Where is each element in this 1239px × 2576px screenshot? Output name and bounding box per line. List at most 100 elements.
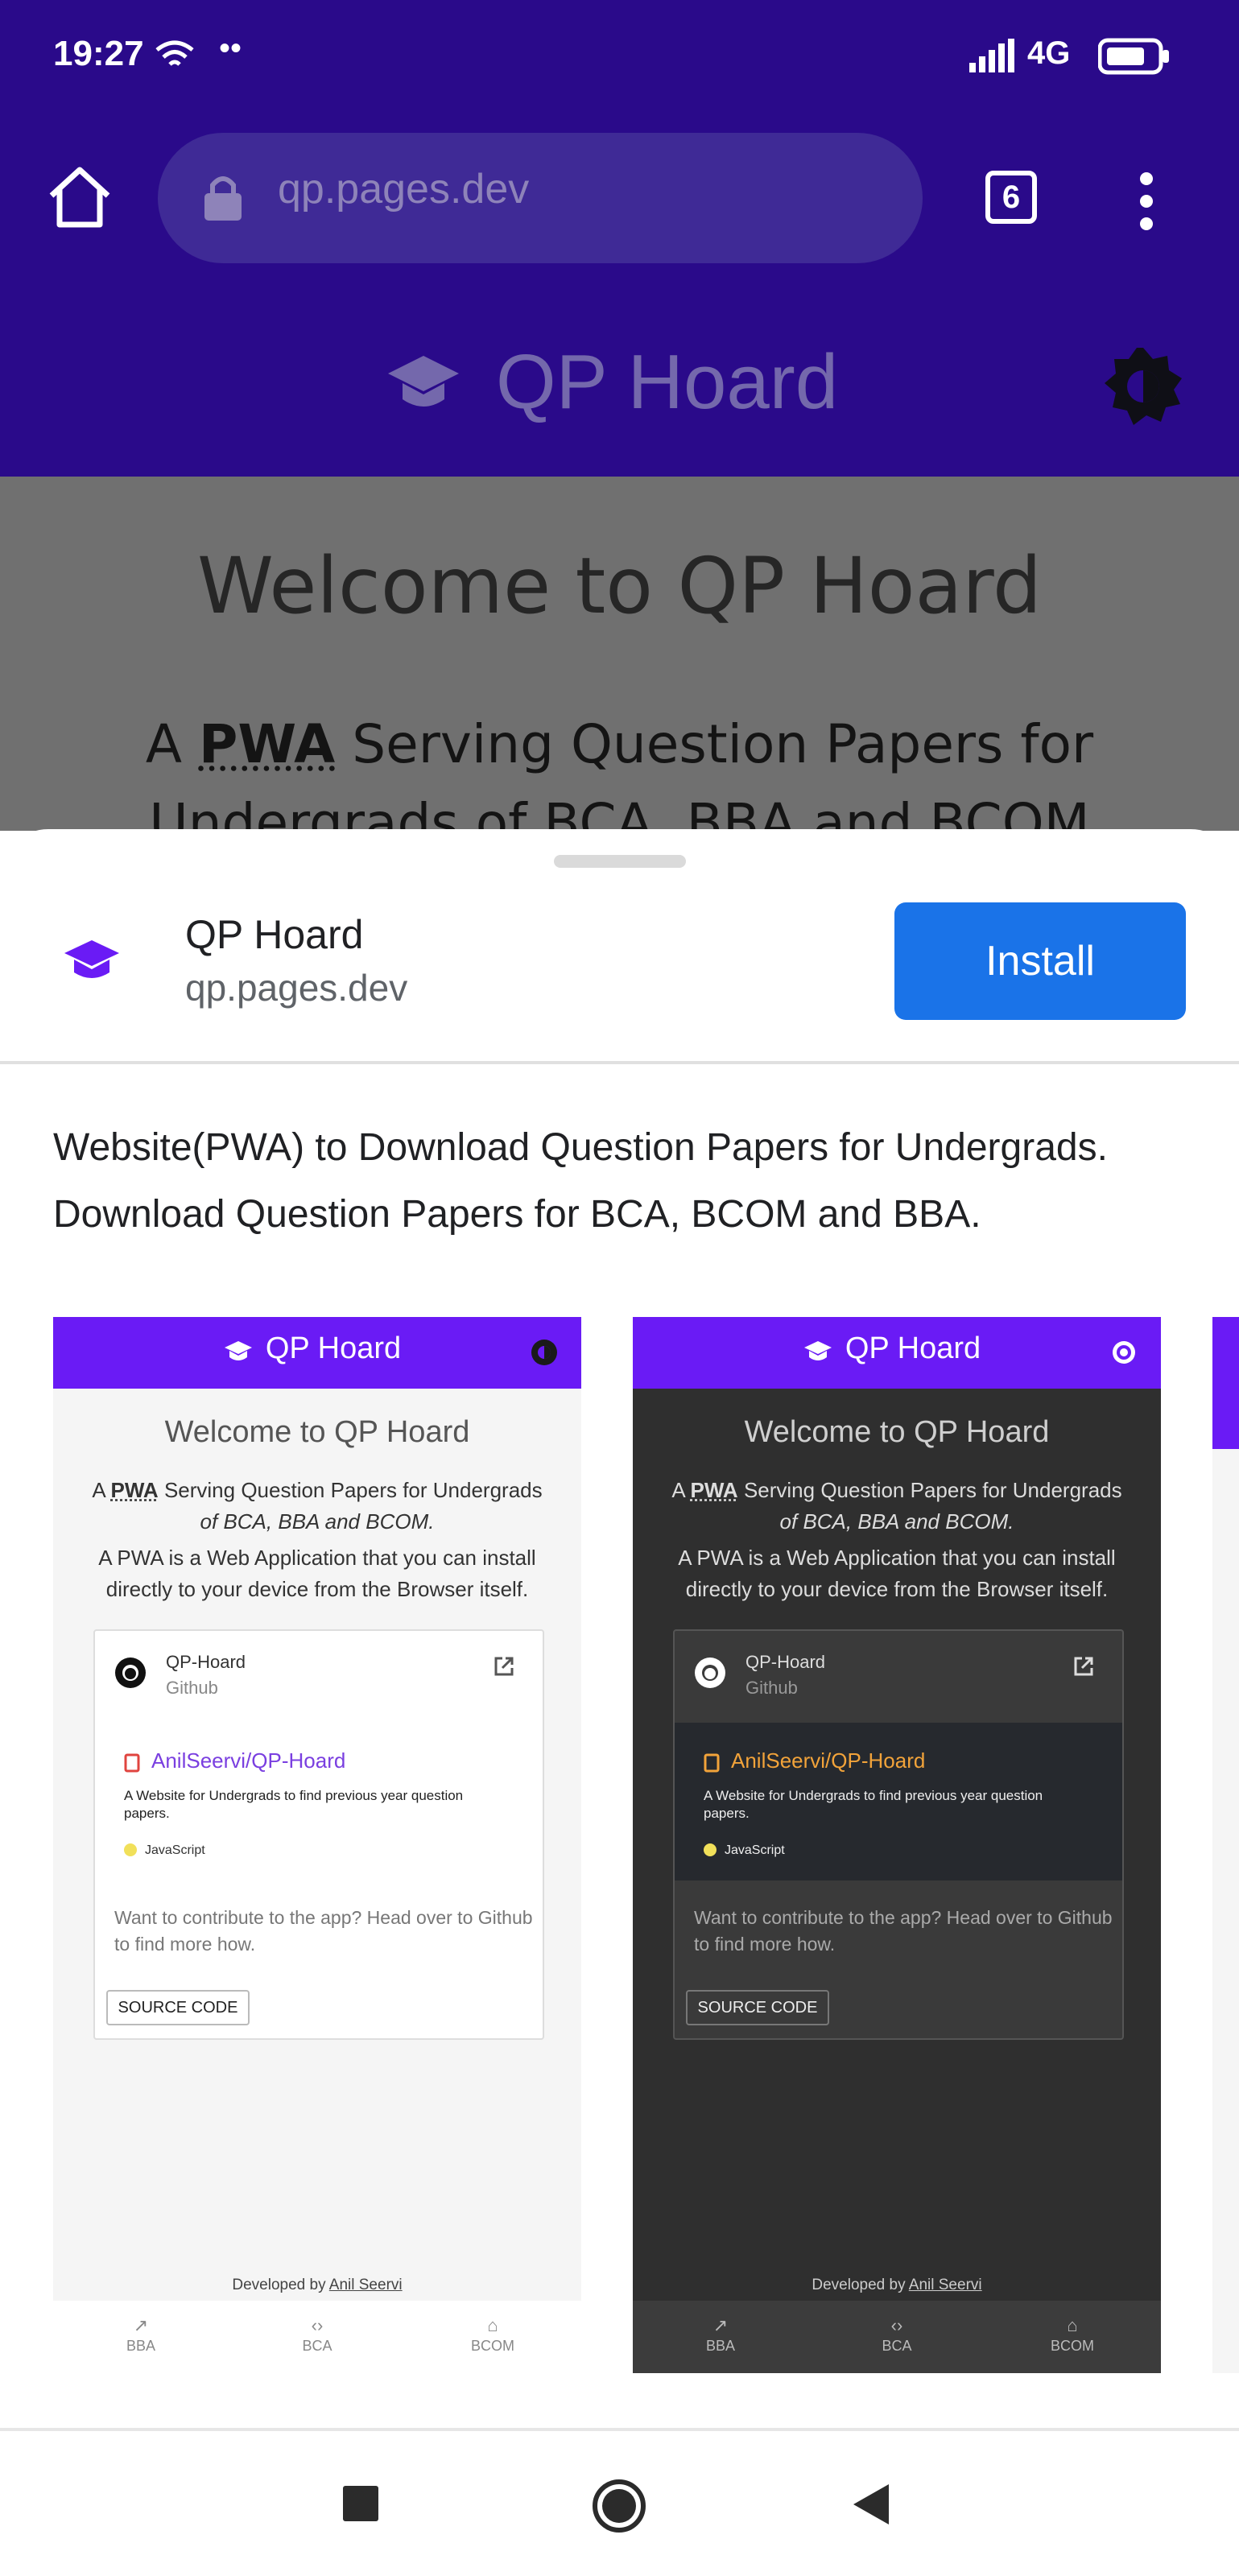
nav-label-bcom: BCOM [1051, 2338, 1094, 2354]
bank-icon: ⌂ [1067, 2315, 1078, 2335]
card-name: QP-Hoard [166, 1652, 246, 1672]
nav-label-bca: BCA [882, 2338, 912, 2354]
tab-count: 6 [1002, 180, 1021, 215]
battery-icon [1098, 38, 1169, 75]
shot-pwa: PWA [110, 1478, 159, 1502]
status-time: 19:27 [53, 34, 144, 73]
tabs-icon[interactable]: 6 [985, 171, 1037, 224]
shot-welcome: Welcome to QP Hoard [744, 1415, 1050, 1449]
shot-tagline-prefix: A [671, 1478, 691, 1502]
tagline-rest: Serving Question Papers for [335, 713, 1094, 775]
square-nav-icon[interactable] [343, 2486, 378, 2521]
tagline-line2: Undergrads of BCA, BBA and BCOM [149, 792, 1090, 831]
shot-pwa-explainer: A PWA is a Web Application that you can … [678, 1546, 1116, 1601]
language-dot [704, 1843, 717, 1856]
repo-language: JavaScript [725, 1843, 785, 1857]
repo-name[interactable]: AnilSeervi/QP-Hoard [731, 1748, 925, 1773]
card-sub: Github [166, 1678, 218, 1698]
nav-item-bca[interactable]: ‹› BCA [273, 2315, 361, 2355]
card-sub: Github [745, 1678, 798, 1698]
repo-box: AnilSeervi/QP-Hoard A Website for Underg… [675, 1723, 1122, 1880]
page-content: Welcome to QP Hoard A PWA Serving Questi… [0, 477, 1239, 831]
page-welcome-heading: Welcome to QP Hoard [197, 541, 1042, 631]
sheet-app-name: QP Hoard [185, 912, 364, 957]
dev-name-link[interactable]: Anil Seervi [329, 2277, 403, 2293]
app-title: QP Hoard [496, 339, 839, 425]
nav-item-bba[interactable]: ↗ BBA [97, 2315, 185, 2355]
more-icon[interactable] [1135, 171, 1158, 232]
external-link-icon[interactable] [1072, 1655, 1095, 1678]
status-bar: 19:27 •• 4G [0, 0, 1239, 113]
repo-icon [704, 1753, 720, 1773]
url-text[interactable]: qp.pages.dev [278, 165, 529, 213]
shot-pwa: PWA [690, 1478, 738, 1502]
home-icon[interactable] [47, 165, 113, 229]
shot-tagline-prefix: A [92, 1478, 111, 1502]
shot-header: QP Hoard [53, 1317, 581, 1389]
github-card: QP-Hoard Github AnilSeervi/QP-Hoard A We… [673, 1629, 1124, 2040]
nav-item-bca[interactable]: ‹› BCA [853, 2315, 941, 2355]
bank-icon: ⌂ [487, 2315, 498, 2335]
app-screenshot-light[interactable]: QP Hoard Welcome to QP Hoard A PWA Servi… [53, 1317, 581, 2373]
address-bar[interactable] [158, 133, 923, 263]
pwa-abbr: PWA [198, 713, 336, 775]
source-code-button[interactable]: SOURCE CODE [106, 1990, 250, 2025]
app-screenshot-partial[interactable] [1212, 1317, 1239, 2373]
trending-icon: ↗ [712, 2315, 729, 2335]
circle-nav-icon[interactable] [591, 2478, 647, 2534]
shot-title: QP Hoard [845, 1331, 981, 1365]
shot-header [1212, 1317, 1239, 1449]
theme-toggle-icon [1113, 1341, 1135, 1364]
shot-tagline-line2: of BCA, BBA and BCOM. [200, 1509, 435, 1534]
app-screenshot-dark[interactable]: QP Hoard Welcome to QP Hoard A PWA Servi… [633, 1317, 1161, 2373]
sheet-app-url: qp.pages.dev [185, 967, 408, 1009]
github-card: QP-Hoard Github AnilSeervi/QP-Hoard A We… [93, 1629, 544, 2040]
github-icon [115, 1657, 146, 1688]
repo-language: JavaScript [145, 1843, 205, 1857]
graduation-cap-icon [388, 356, 459, 407]
tagline-prefix: A [145, 713, 199, 775]
repo-name[interactable]: AnilSeervi/QP-Hoard [151, 1748, 345, 1773]
dev-prefix: Developed by [232, 2277, 329, 2293]
lock-icon [204, 176, 242, 221]
repo-description: A Website for Undergrads to find previou… [124, 1788, 464, 1821]
dev-name-link[interactable]: Anil Seervi [909, 2277, 982, 2293]
page-tagline: A PWA Serving Question Papers for Underg… [0, 705, 1239, 831]
shot-tagline: A PWA Serving Question Papers for Underg… [72, 1475, 562, 1538]
shot-tagline: A PWA Serving Question Papers for Underg… [652, 1475, 1142, 1538]
nav-item-bcom[interactable]: ⌂ BCOM [448, 2315, 537, 2355]
notification-dots: •• [219, 31, 242, 66]
shot-title: QP Hoard [265, 1331, 402, 1365]
external-link-icon[interactable] [493, 1655, 515, 1678]
shot-pwa-explainer: A PWA is a Web Application that you can … [98, 1546, 536, 1601]
shot-tagline-rest: Serving Question Papers for Undergrads [737, 1478, 1122, 1502]
developer-credit: Developed by Anil Seervi [53, 2277, 581, 2294]
install-button[interactable]: Install [894, 902, 1186, 1020]
code-icon: ‹› [311, 2315, 324, 2335]
dev-prefix: Developed by [812, 2277, 909, 2293]
nav-label-bcom: BCOM [471, 2338, 514, 2354]
card-name: QP-Hoard [745, 1652, 826, 1672]
repo-description: A Website for Undergrads to find previou… [704, 1788, 1043, 1821]
sheet-drag-handle[interactable] [554, 855, 686, 868]
theme-toggle-icon[interactable] [1105, 348, 1182, 425]
source-code-button[interactable]: SOURCE CODE [686, 1990, 829, 2025]
network-type: 4G [1027, 35, 1071, 71]
app-description: Website(PWA) to Download Question Papers… [53, 1126, 1108, 1236]
shot-tagline-line2: of BCA, BBA and BCOM. [779, 1509, 1014, 1534]
back-nav-icon[interactable] [853, 2484, 889, 2524]
nav-item-bcom[interactable]: ⌂ BCOM [1028, 2315, 1117, 2355]
divider [0, 1061, 1239, 1064]
system-navigation-bar [0, 2431, 1239, 2576]
repo-box: AnilSeervi/QP-Hoard A Website for Underg… [95, 1723, 543, 1880]
code-icon: ‹› [890, 2315, 903, 2335]
nav-label-bba: BBA [126, 2338, 156, 2354]
nav-label-bca: BCA [302, 2338, 332, 2354]
contribute-text: Want to contribute to the app? Head over… [694, 1907, 1113, 1955]
shot-tagline-rest: Serving Question Papers for Undergrads [158, 1478, 543, 1502]
shot-header: QP Hoard [633, 1317, 1161, 1389]
trending-icon: ↗ [133, 2315, 149, 2335]
language-dot [124, 1843, 137, 1856]
nav-item-bba[interactable]: ↗ BBA [676, 2315, 765, 2355]
developer-credit: Developed by Anil Seervi [633, 2277, 1161, 2294]
